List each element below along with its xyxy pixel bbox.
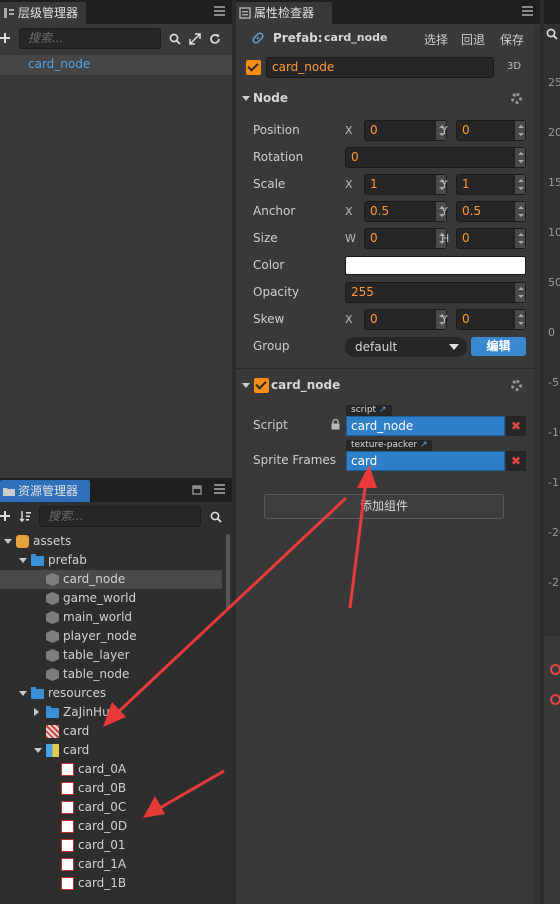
annotation-arrow	[103, 496, 348, 727]
annotation-overlay	[103, 465, 377, 818]
annotation-arrow	[348, 465, 377, 609]
annotation-arrow	[143, 769, 225, 818]
